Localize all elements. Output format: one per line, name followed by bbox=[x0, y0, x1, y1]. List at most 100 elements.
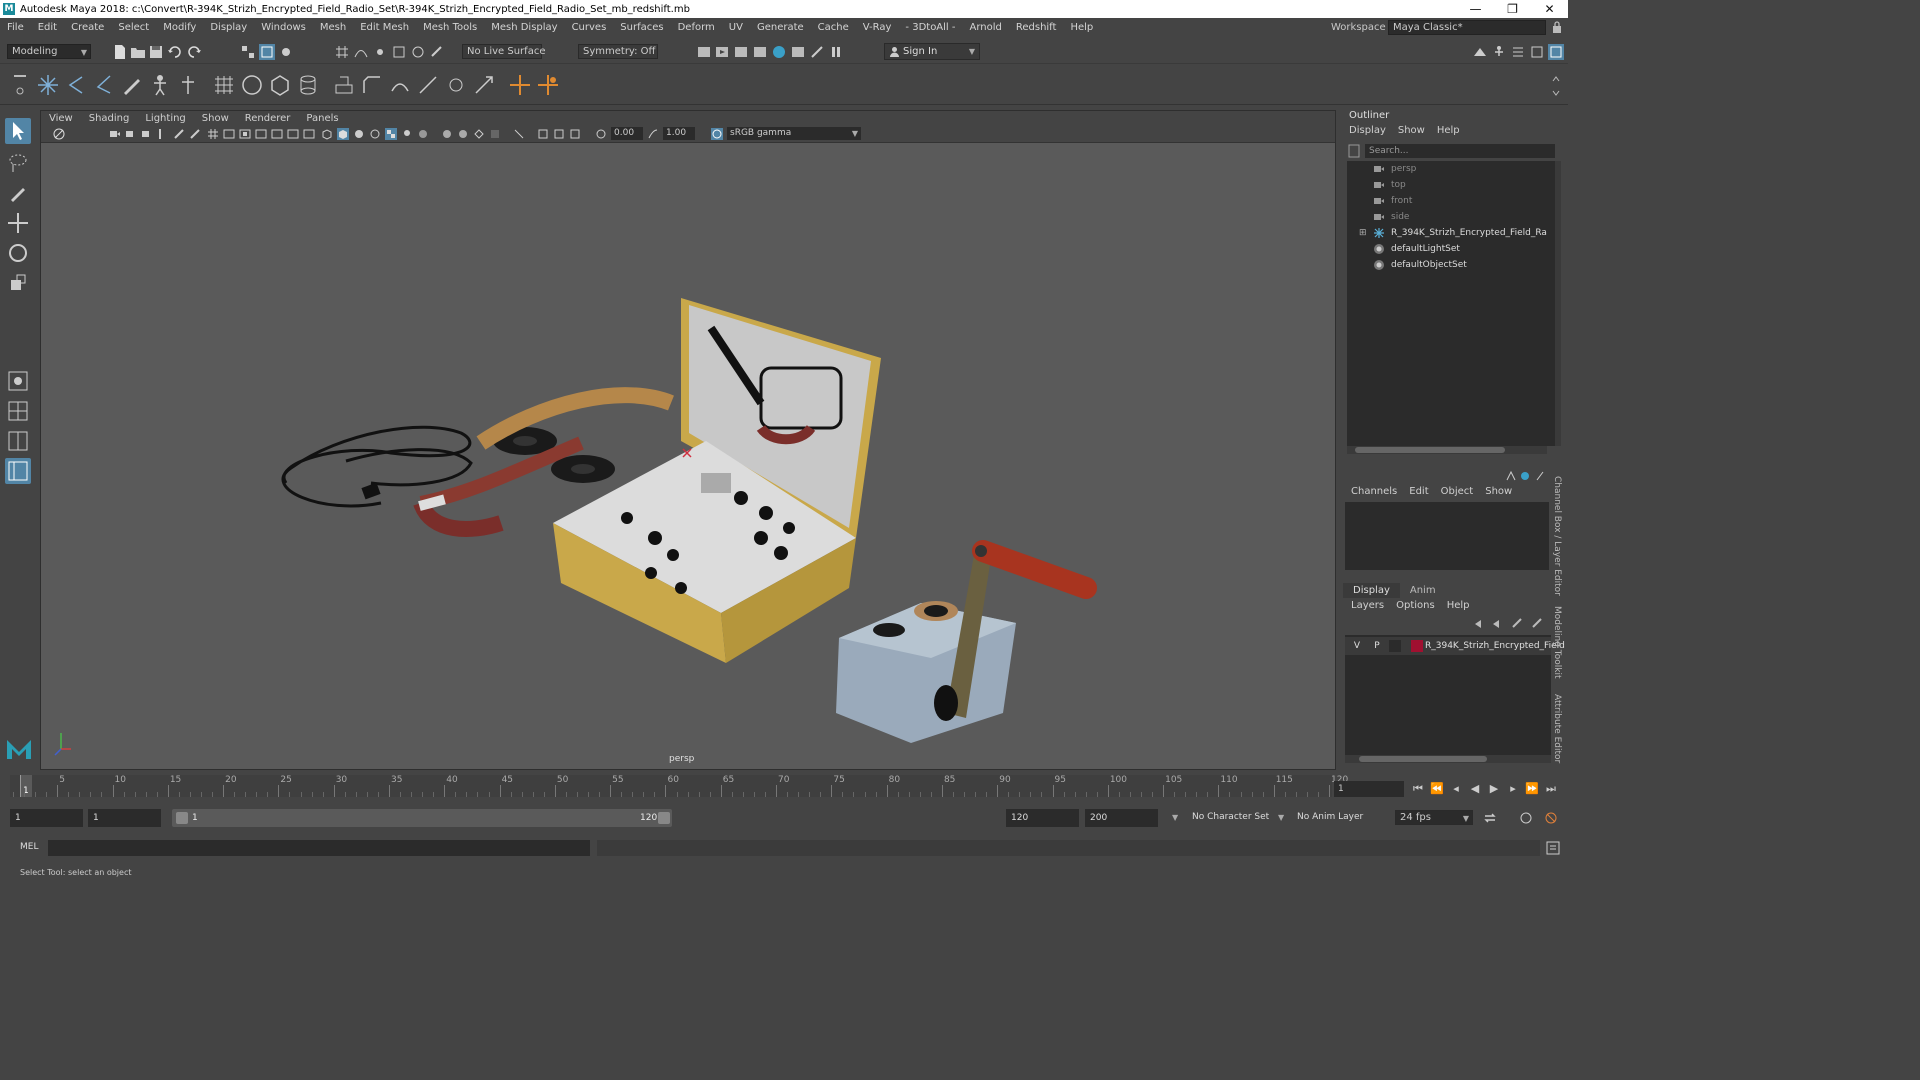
grease-pencil-tool-icon[interactable] bbox=[189, 128, 201, 140]
hypershade-icon[interactable] bbox=[771, 44, 787, 60]
viewport-panel[interactable]: View Shading Lighting Show Renderer Pane… bbox=[40, 110, 1336, 770]
script-editor-icon[interactable] bbox=[1545, 840, 1561, 856]
safe-action-icon[interactable] bbox=[287, 128, 299, 140]
playback-end-field[interactable]: 120 bbox=[1006, 809, 1079, 827]
field-chart-icon[interactable] bbox=[271, 128, 283, 140]
outliner-menu-display[interactable]: Display bbox=[1343, 125, 1392, 139]
screen-space-ao-icon[interactable] bbox=[441, 128, 453, 140]
view-transform-select[interactable]: sRGB gamma ▼ bbox=[727, 127, 861, 140]
playback-range-bar[interactable]: 1 120 bbox=[172, 809, 672, 827]
save-scene-icon[interactable] bbox=[148, 44, 164, 60]
select-by-hierarchy-icon[interactable] bbox=[240, 44, 256, 60]
side-tab-attribute-editor[interactable]: Attribute Editor bbox=[1552, 694, 1562, 763]
attribute-editor-toggle-icon[interactable] bbox=[1510, 44, 1526, 60]
layer-display-type-toggle[interactable] bbox=[1389, 640, 1401, 652]
poly-grid-icon[interactable] bbox=[212, 73, 236, 97]
gamma-field[interactable]: 1.00 bbox=[663, 127, 695, 140]
resolution-gate-icon[interactable] bbox=[239, 128, 251, 140]
shelf-scroll-icon[interactable] bbox=[1551, 75, 1561, 97]
select-camera-icon[interactable] bbox=[53, 128, 65, 140]
viewport-menu-shading[interactable]: Shading bbox=[81, 113, 138, 124]
character-controls-icon[interactable] bbox=[1491, 44, 1507, 60]
grease-pencil-icon[interactable] bbox=[173, 128, 185, 140]
channel-box-area[interactable] bbox=[1345, 502, 1549, 570]
viewport-menu-panels[interactable]: Panels bbox=[298, 113, 346, 124]
minimize-button[interactable]: — bbox=[1457, 0, 1494, 18]
outliner-menu-help[interactable]: Help bbox=[1431, 125, 1466, 139]
range-end-handle[interactable] bbox=[658, 812, 670, 824]
quad-draw-icon[interactable] bbox=[472, 73, 496, 97]
layer-visibility-toggle[interactable]: V bbox=[1351, 637, 1363, 655]
freeze-transforms-icon[interactable] bbox=[536, 73, 560, 97]
go-to-end-icon[interactable]: ⏭ bbox=[1543, 781, 1559, 797]
multi-cut-icon[interactable] bbox=[416, 73, 440, 97]
bridge-icon[interactable] bbox=[388, 73, 412, 97]
joint-tool-icon[interactable] bbox=[176, 73, 200, 97]
make-live-icon[interactable] bbox=[410, 44, 426, 60]
command-input[interactable] bbox=[48, 840, 590, 856]
menu-vray[interactable]: V-Ray bbox=[856, 22, 899, 33]
animation-preferences-icon[interactable] bbox=[1543, 810, 1559, 826]
menu-mesh-display[interactable]: Mesh Display bbox=[484, 22, 564, 33]
menu-3dtoall[interactable]: - 3DtoAll - bbox=[898, 22, 962, 33]
select-by-object-icon[interactable] bbox=[259, 44, 275, 60]
viewport-menu-lighting[interactable]: Lighting bbox=[137, 113, 193, 124]
animation-end-field[interactable]: 200 bbox=[1085, 809, 1158, 827]
fps-select[interactable]: 24 fps ▼ bbox=[1395, 810, 1473, 825]
safe-title-icon[interactable] bbox=[303, 128, 315, 140]
gate-mask-icon[interactable] bbox=[255, 128, 267, 140]
expand-icon[interactable]: ⊞ bbox=[1359, 225, 1367, 241]
layer-menu-options[interactable]: Options bbox=[1390, 600, 1441, 611]
redshift-render-view-icon[interactable] bbox=[790, 44, 806, 60]
outliner-vertical-scrollbar[interactable] bbox=[1555, 161, 1561, 446]
chevron-down-icon[interactable]: ▼ bbox=[1172, 813, 1178, 822]
menu-windows[interactable]: Windows bbox=[254, 22, 313, 33]
filter-icon[interactable] bbox=[1348, 144, 1360, 158]
live-surface-field[interactable]: No Live Surface bbox=[462, 44, 545, 59]
menu-set-select[interactable]: Modeling ▼ bbox=[7, 44, 91, 59]
depth-of-field-icon[interactable] bbox=[489, 128, 501, 140]
sign-in-button[interactable]: Sign In ▼ bbox=[884, 43, 980, 60]
exposure-field[interactable]: 0.00 bbox=[611, 127, 643, 140]
menu-arnold[interactable]: Arnold bbox=[963, 22, 1009, 33]
select-by-component-icon[interactable] bbox=[278, 44, 294, 60]
menu-curves[interactable]: Curves bbox=[565, 22, 614, 33]
channel-box-toolbar-icons[interactable] bbox=[1505, 470, 1545, 482]
menu-display[interactable]: Display bbox=[203, 22, 254, 33]
layer-color-swatch[interactable] bbox=[1411, 640, 1423, 652]
extrude-icon[interactable] bbox=[332, 73, 356, 97]
menu-generate[interactable]: Generate bbox=[750, 22, 811, 33]
paint-select-tool-button[interactable] bbox=[5, 180, 31, 206]
menu-help[interactable]: Help bbox=[1063, 22, 1100, 33]
menu-uv[interactable]: UV bbox=[722, 22, 750, 33]
channel-box-menu-channels[interactable]: Channels bbox=[1345, 486, 1403, 497]
menu-edit[interactable]: Edit bbox=[31, 22, 64, 33]
use-all-lights-icon[interactable] bbox=[401, 128, 413, 140]
two-d-pan-zoom-icon[interactable] bbox=[157, 128, 169, 140]
color-management-icon[interactable] bbox=[711, 128, 723, 140]
select-tool-button[interactable] bbox=[5, 118, 31, 144]
smooth-shade-icon[interactable] bbox=[337, 128, 349, 140]
go-to-start-icon[interactable]: ⏮ bbox=[1410, 781, 1426, 797]
step-forward-key-icon[interactable]: ⏩ bbox=[1524, 781, 1540, 797]
pencil-curve-icon[interactable] bbox=[120, 73, 144, 97]
four-view-layout-button[interactable] bbox=[5, 398, 31, 424]
snap-settings-icon[interactable] bbox=[429, 44, 445, 60]
xray-components-icon[interactable] bbox=[569, 128, 581, 140]
viewport-menu-show[interactable]: Show bbox=[194, 113, 237, 124]
tab-display[interactable]: Display bbox=[1343, 583, 1400, 598]
layer-menu-help[interactable]: Help bbox=[1441, 600, 1476, 611]
channel-box-menu-object[interactable]: Object bbox=[1435, 486, 1480, 497]
xray-joints-icon[interactable] bbox=[553, 128, 565, 140]
character-set-label[interactable]: No Character Set bbox=[1192, 812, 1269, 822]
maximize-button[interactable]: ❐ bbox=[1494, 0, 1531, 18]
layer-name[interactable]: R_394K_Strizh_Encrypted_Field bbox=[1425, 637, 1565, 655]
playback-start-field[interactable]: 1 bbox=[88, 809, 161, 827]
poly-sphere-icon[interactable] bbox=[240, 73, 264, 97]
modeling-toolkit-toggle-icon[interactable] bbox=[1472, 44, 1488, 60]
play-forwards-icon[interactable]: ▶ bbox=[1486, 781, 1502, 797]
layer-action-icons[interactable] bbox=[1473, 617, 1547, 631]
outliner-horizontal-scrollbar[interactable] bbox=[1347, 446, 1547, 454]
layer-row[interactable]: V P R_394K_Strizh_Encrypted_Field bbox=[1345, 637, 1565, 655]
two-view-layout-button[interactable] bbox=[5, 428, 31, 454]
